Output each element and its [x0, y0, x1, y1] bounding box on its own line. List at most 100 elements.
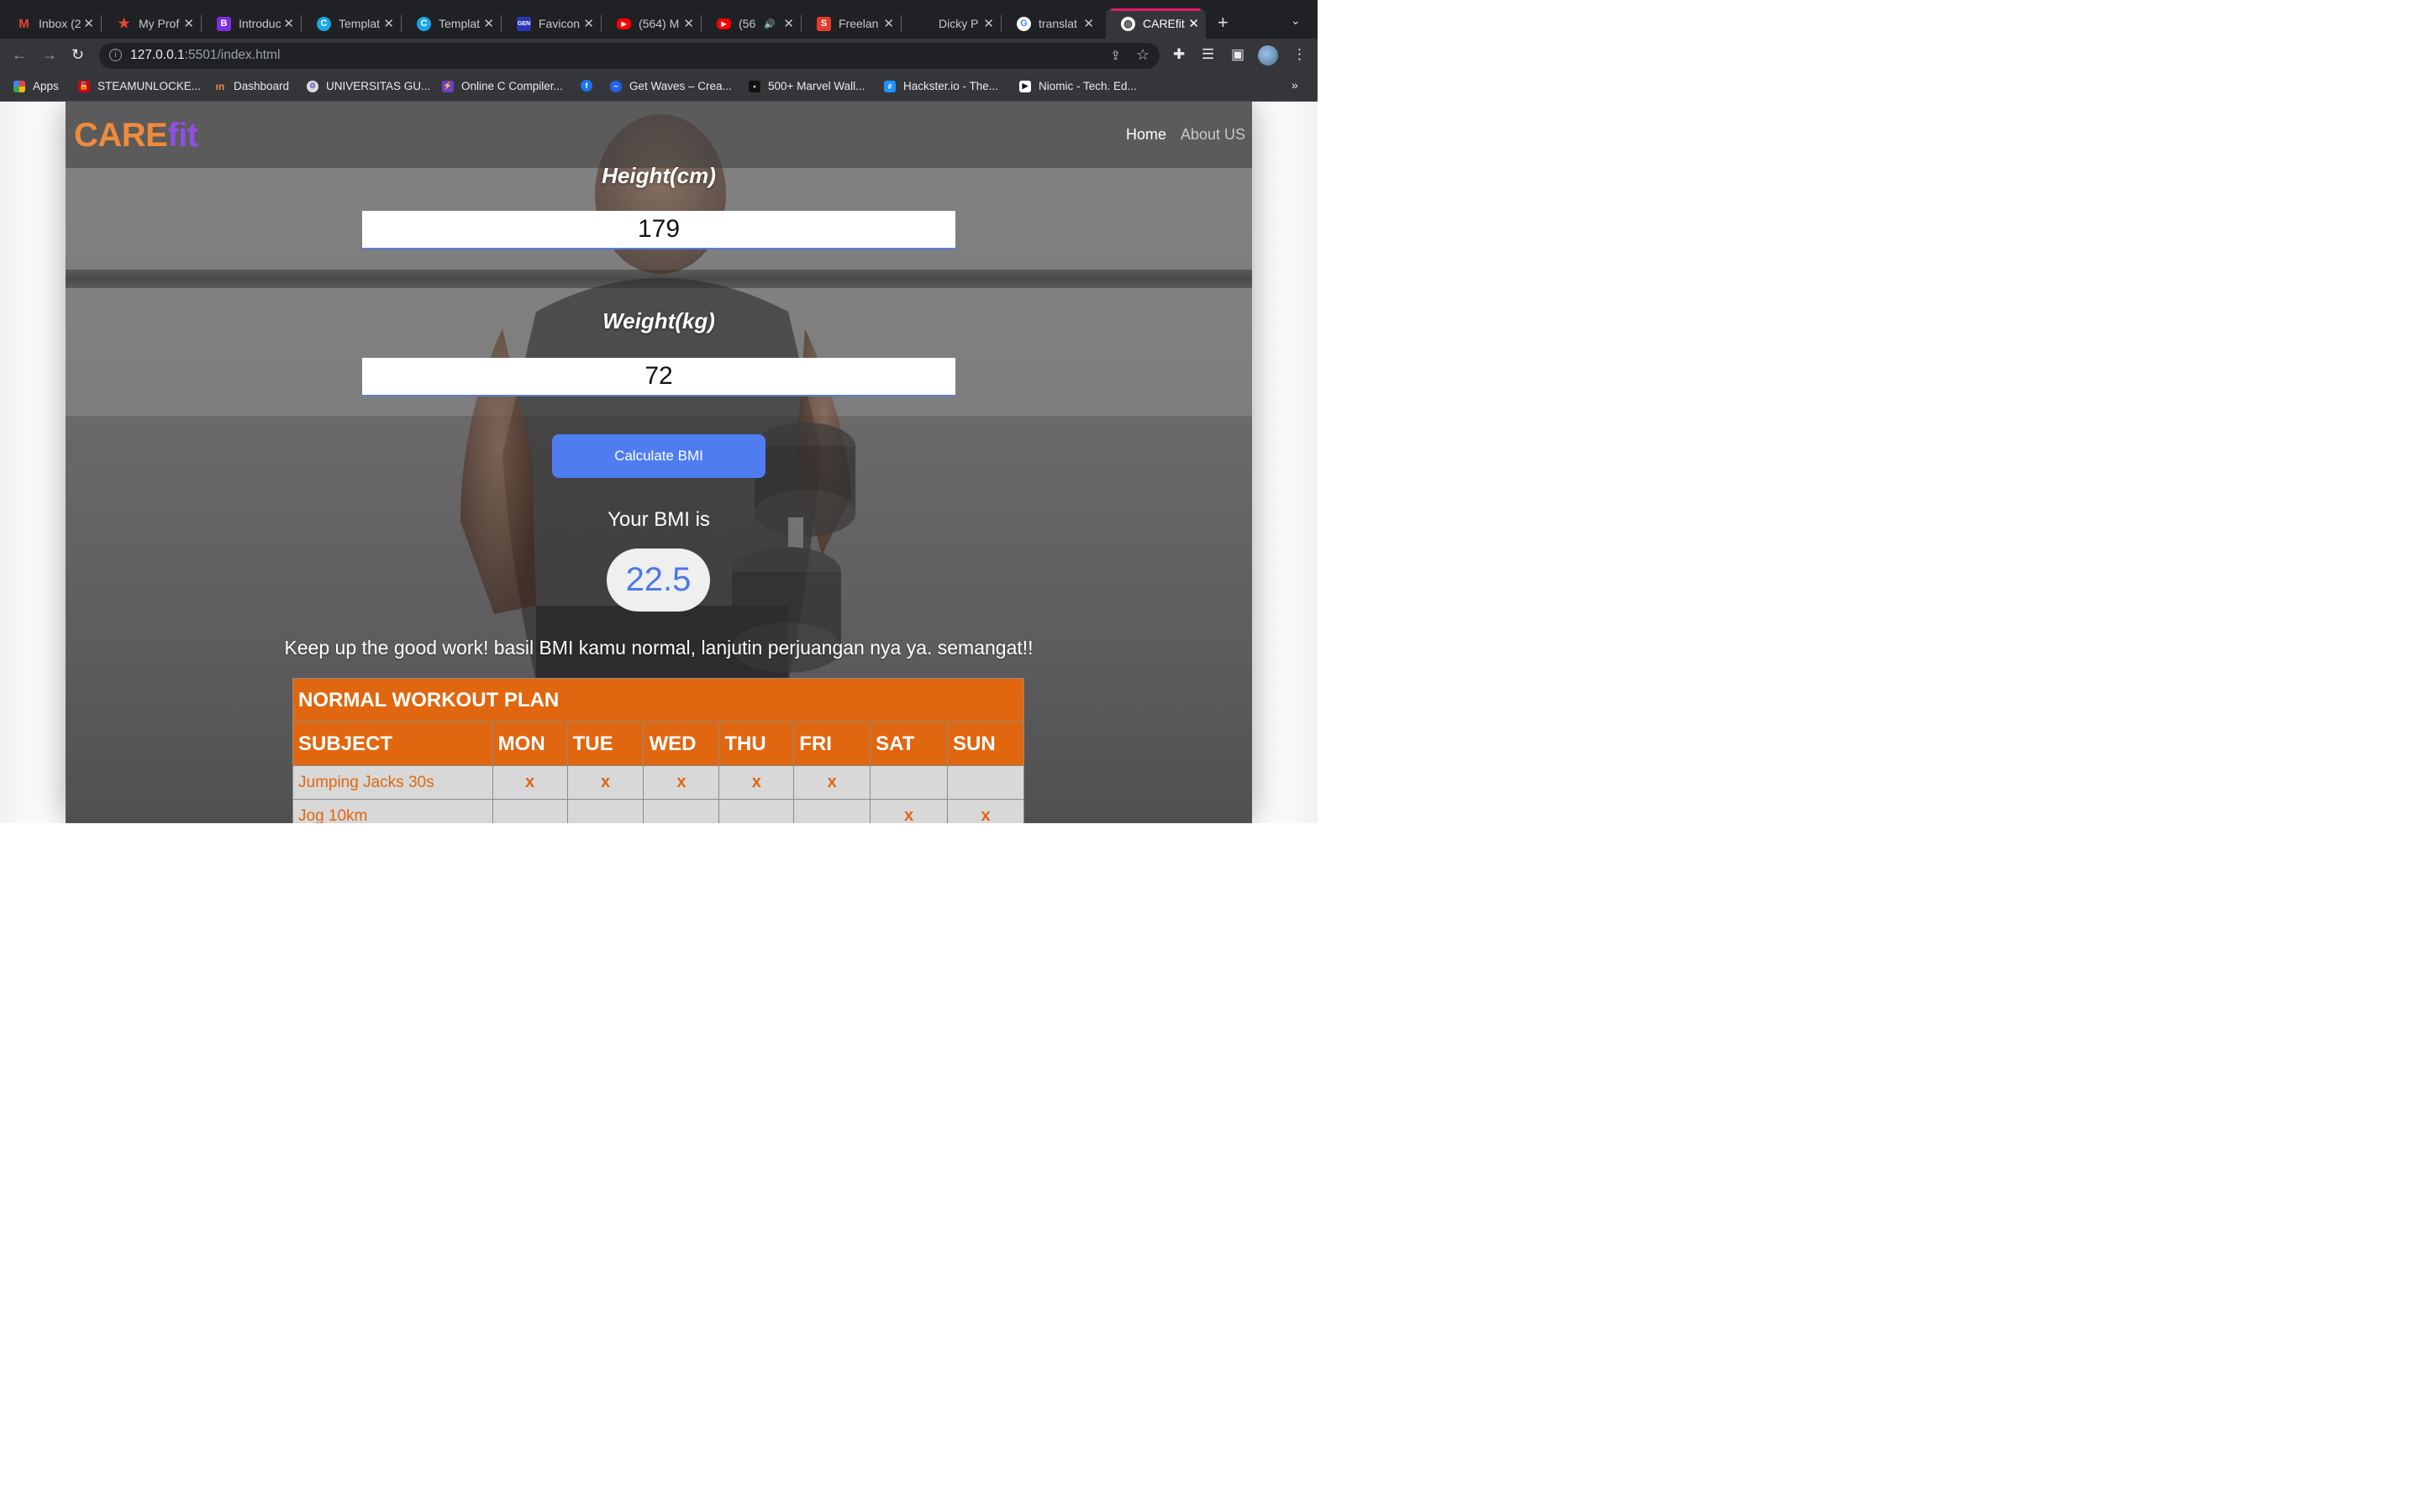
tab-2[interactable]: B Introduc ✕: [202, 8, 302, 39]
logo-care: CARE: [74, 117, 168, 154]
tab-title: Introduc: [239, 17, 281, 30]
calculate-bmi-button[interactable]: Calculate BMI: [552, 434, 765, 478]
bookmark-label: Get Waves – Crea...: [629, 80, 732, 92]
bookmark-label: Online C Compiler...: [461, 80, 563, 92]
cell-mark: x: [718, 765, 795, 800]
close-icon[interactable]: ✕: [383, 16, 394, 31]
chevron-down-icon[interactable]: ⌄: [1291, 13, 1301, 28]
bookmark-star-icon[interactable]: ☆: [1136, 46, 1150, 64]
bookmark-niomic[interactable]: ▶ Niomic - Tech. Ed...: [1019, 80, 1137, 92]
close-icon[interactable]: ✕: [983, 16, 994, 31]
carefit-logo[interactable]: CAREfit: [74, 117, 198, 155]
compiler-icon: ⚡: [442, 80, 454, 92]
close-icon[interactable]: ✕: [483, 16, 494, 31]
col-header-sun: SUN: [947, 722, 1024, 766]
tab-title: Inbox (2: [39, 17, 82, 30]
share-icon[interactable]: ⇪: [1110, 48, 1121, 63]
tab-3[interactable]: C Templat ✕: [302, 8, 402, 39]
globe-icon: ◍: [1121, 16, 1135, 31]
tab-title: My Prof: [139, 17, 180, 30]
nav-home-link[interactable]: Home: [1126, 126, 1166, 144]
back-icon[interactable]: ←: [12, 46, 27, 64]
reading-list-icon[interactable]: ▣: [1231, 46, 1244, 63]
hero-section: CAREfit Home About US Height(cm) Weight(…: [66, 102, 1252, 823]
close-icon[interactable]: ✕: [183, 16, 194, 31]
tab-title: Templat: [439, 17, 481, 30]
close-icon[interactable]: ✕: [283, 16, 294, 31]
bookmark-marvel[interactable]: ▪ 500+ Marvel Wall...: [749, 80, 865, 92]
bookmark-label: UNIVERSITAS GU...: [326, 80, 431, 92]
hackster-icon: #: [884, 80, 896, 92]
tab-carefit-active[interactable]: ◍ CAREfit ✕: [1106, 8, 1206, 39]
tab-5[interactable]: GEN Favicon ✕: [502, 8, 602, 39]
info-icon[interactable]: i: [109, 49, 122, 61]
weight-label: Weight(kg): [602, 308, 715, 333]
marvel-icon: ▪: [749, 80, 760, 92]
bookmark-label: Hackster.io - The...: [903, 80, 999, 92]
bookmarks-overflow-icon[interactable]: »: [1292, 78, 1298, 92]
close-icon[interactable]: ✕: [883, 16, 894, 31]
cell-mark: x: [643, 765, 720, 800]
bookmark-compiler[interactable]: ⚡ Online C Compiler...: [442, 80, 563, 92]
tab-title: Dicky P: [939, 17, 979, 30]
youtube-icon: ▶: [617, 18, 631, 29]
close-icon[interactable]: ✕: [583, 16, 594, 31]
height-input[interactable]: [362, 211, 955, 249]
sribulancer-icon: S: [817, 16, 831, 31]
url-text[interactable]: 127.0.0.1:5501/index.html: [130, 48, 280, 63]
col-header-wed: WED: [643, 722, 720, 766]
tab-4[interactable]: C Templat ✕: [402, 8, 502, 39]
youtube-icon: ▶: [717, 18, 731, 29]
tab-title: Templat: [339, 17, 381, 30]
facebook-icon: f: [581, 80, 592, 92]
bookmarks-bar: Apps 🔓 STEAMUNLOCKE... ın Dashboard ⚙ UN…: [0, 72, 1318, 102]
profile-avatar[interactable]: [1258, 45, 1278, 66]
tab-9[interactable]: Dicky P ✕: [902, 8, 1002, 39]
row-subject: Jog 10km: [292, 799, 493, 823]
close-icon[interactable]: ✕: [1083, 16, 1094, 31]
bookmark-universitas[interactable]: ⚙ UNIVERSITAS GU...: [307, 80, 430, 92]
new-tab-icon[interactable]: +: [1218, 12, 1228, 34]
extensions-icon[interactable]: ✚: [1173, 46, 1185, 63]
forward-icon[interactable]: →: [42, 46, 57, 64]
table-title-row: NORMAL WORKOUT PLAN: [292, 678, 1024, 722]
bootstrap-icon: B: [217, 16, 231, 31]
address-bar[interactable]: i 127.0.0.1:5501/index.html ⇪ ☆: [99, 43, 1160, 69]
bookmark-steamunlocked[interactable]: 🔓 STEAMUNLOCKE...: [78, 80, 201, 92]
tab-0[interactable]: M Inbox (2 ✕: [2, 8, 102, 39]
bookmark-hackster[interactable]: # Hackster.io - The...: [884, 80, 998, 92]
google-icon: G: [1017, 16, 1031, 31]
close-icon[interactable]: ✕: [783, 16, 794, 31]
media-control-icon[interactable]: ☰: [1202, 46, 1214, 63]
bookmark-facebook[interactable]: f: [581, 80, 600, 92]
tab-8[interactable]: S Freelan ✕: [802, 8, 902, 39]
reload-icon[interactable]: ↻: [71, 46, 84, 64]
cell-mark: [566, 799, 644, 823]
table-row: Jumping Jacks 30s x x x x x: [292, 765, 1024, 800]
close-icon[interactable]: ✕: [83, 16, 94, 31]
star-icon: ★: [118, 17, 130, 31]
bookmark-dashboard[interactable]: ın Dashboard: [214, 80, 289, 92]
browser-toolbar: ← → ↻ i 127.0.0.1:5501/index.html ⇪ ☆ ✚ …: [0, 39, 1318, 72]
weight-input[interactable]: [362, 358, 955, 396]
col-header-mon: MON: [492, 722, 568, 766]
bookmark-label: Dashboard: [234, 80, 290, 92]
close-icon[interactable]: ✕: [683, 16, 694, 31]
bookmark-apps[interactable]: Apps: [13, 80, 59, 92]
niomic-icon: ▶: [1019, 80, 1031, 92]
tab-10[interactable]: G translat ✕: [1002, 8, 1101, 39]
tab-7[interactable]: ▶ (56 🔊 ✕: [702, 8, 802, 39]
nav-about-link[interactable]: About US: [1181, 126, 1245, 144]
cell-mark: [870, 765, 949, 800]
cell-mark: x: [566, 765, 644, 800]
cell-mark: x: [947, 799, 1024, 823]
speaker-icon[interactable]: 🔊: [764, 18, 776, 29]
tab-1[interactable]: ★ My Prof ✕: [102, 8, 202, 39]
university-icon: ⚙: [307, 80, 318, 92]
tab-6[interactable]: ▶ (564) M ✕: [602, 8, 702, 39]
table-title: NORMAL WORKOUT PLAN: [292, 678, 1024, 722]
close-icon[interactable]: ✕: [1188, 16, 1199, 31]
dashboard-icon: ın: [215, 80, 225, 92]
menu-kebab-icon[interactable]: ⋮: [1292, 46, 1307, 63]
bookmark-getwaves[interactable]: ~ Get Waves – Crea...: [610, 80, 732, 92]
